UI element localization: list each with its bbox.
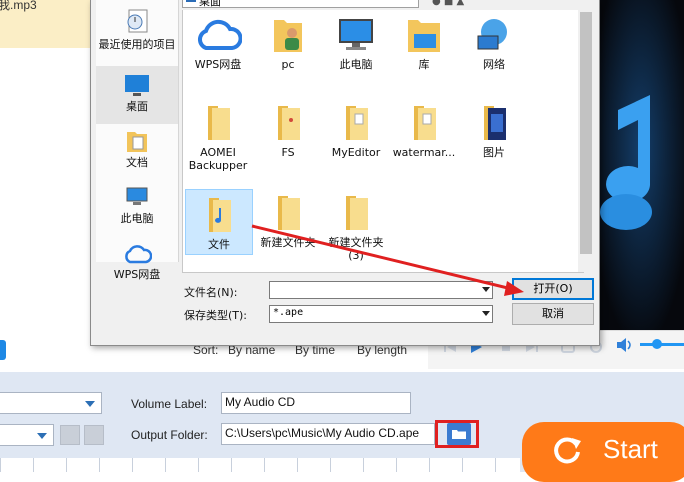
this-pc-icon <box>126 187 148 205</box>
file-item[interactable]: watermar... <box>390 102 458 159</box>
network-icon <box>477 19 507 50</box>
cancel-button[interactable]: 取消 <box>512 303 594 325</box>
place-label: WPS网盘 <box>113 268 161 281</box>
file-item[interactable]: 网络 <box>460 16 528 71</box>
address-bar[interactable]: 桌面 <box>182 0 419 8</box>
chevron-down-icon <box>37 433 47 439</box>
recent-items-icon <box>127 9 148 33</box>
wps-cloud-icon <box>125 245 152 264</box>
file-item-label: 文件 <box>208 238 230 251</box>
chevron-down-icon <box>482 311 490 316</box>
open-button[interactable]: 打开(O) <box>512 278 594 300</box>
file-item[interactable]: FS <box>254 102 322 159</box>
file-item[interactable]: 图片 <box>460 102 528 159</box>
music-note-icon <box>598 0 684 330</box>
file-item-label: 此电脑 <box>339 58 373 71</box>
file-tag-text: 我.mp3 <box>0 0 37 12</box>
library-icon <box>408 20 440 52</box>
pictures-folder-icon <box>484 106 506 140</box>
place-wps-cloud[interactable]: WPS网盘 <box>96 244 178 288</box>
volume-icon[interactable] <box>616 337 634 353</box>
file-item-label: MyEditor <box>331 146 381 159</box>
place-desktop[interactable]: 桌面 <box>96 66 178 124</box>
output-folder-input[interactable]: C:\Users\pc\Music\My Audio CD.ape <box>221 423 435 445</box>
chevron-down-icon <box>85 401 95 407</box>
place-label: 桌面 <box>126 100 148 113</box>
documents-icon <box>127 132 147 152</box>
chevron-down-icon <box>482 287 490 292</box>
filename-label: 文件名(N): <box>184 286 238 299</box>
highlight-box <box>435 420 479 448</box>
file-item[interactable]: AOMEI Backupper <box>184 102 252 172</box>
file-item[interactable]: MyEditor <box>322 102 390 159</box>
folder-icon <box>414 106 436 140</box>
speed-select[interactable] <box>0 424 54 446</box>
file-item[interactable]: 新建文件夹 <box>254 192 322 249</box>
address-text: 桌面 <box>199 0 221 8</box>
file-item-label: 网络 <box>483 58 505 71</box>
filename-input[interactable] <box>269 281 493 299</box>
place-this-pc[interactable]: 此电脑 <box>96 184 178 230</box>
move-up-button[interactable] <box>60 425 80 445</box>
place-label: 文档 <box>126 156 148 169</box>
file-table <box>0 458 520 472</box>
music-folder-icon <box>209 198 231 232</box>
file-item-label: pc <box>281 58 295 71</box>
place-label: 此电脑 <box>120 212 154 225</box>
file-item[interactable]: WPS网盘 <box>184 16 252 71</box>
volume-value: My Audio CD <box>225 395 296 409</box>
album-art <box>598 0 684 330</box>
move-down-button[interactable] <box>84 425 104 445</box>
volume-slider[interactable] <box>640 343 684 346</box>
output-folder-value: C:\Users\pc\Music\My Audio CD.ape <box>225 426 420 440</box>
folder-icon <box>346 106 368 140</box>
file-item-label: 新建文件夹 (3) <box>328 236 384 262</box>
volume-knob[interactable] <box>652 339 662 349</box>
user-folder-icon <box>274 20 302 52</box>
desktop-small-icon <box>186 0 196 2</box>
file-item-label: WPS网盘 <box>194 58 242 71</box>
place-documents[interactable]: 文档 <box>96 128 178 174</box>
places-sidebar: 最近使用的项目 桌面 文档 此电脑 WPS网盘 <box>96 0 179 281</box>
place-recent[interactable]: 最近使用的项目 <box>96 8 178 66</box>
file-item-label: AOMEI Backupper <box>188 146 248 172</box>
format-select[interactable] <box>0 392 102 414</box>
place-label: 最近使用的项目 <box>98 38 176 51</box>
filetype-label: 保存类型(T): <box>184 309 248 322</box>
filetype-value: *.ape <box>273 307 304 318</box>
file-tag: 我.mp3 <box>0 0 96 48</box>
file-item[interactable]: 新建文件夹 (3) <box>322 192 390 262</box>
file-item-selected[interactable]: 文件 <box>185 189 253 255</box>
file-item[interactable]: pc <box>254 16 322 71</box>
folder-icon <box>208 106 230 140</box>
folder-icon <box>278 196 300 230</box>
folder-icon <box>346 196 368 230</box>
file-item[interactable]: 库 <box>390 16 458 71</box>
scrollbar-thumb[interactable] <box>580 12 592 254</box>
file-item-label: 图片 <box>483 146 505 159</box>
computer-icon <box>339 19 373 50</box>
start-label: Start <box>603 434 658 464</box>
file-item-label: FS <box>281 146 295 159</box>
file-item[interactable]: 此电脑 <box>322 16 390 71</box>
view-toolbar[interactable]: ● ■ ▲ <box>432 0 464 7</box>
side-button[interactable] <box>0 340 6 360</box>
file-item-label: watermar... <box>392 146 456 159</box>
desktop-icon <box>125 75 149 96</box>
output-folder-label: Output Folder: <box>131 428 208 442</box>
wps-cloud-icon <box>198 19 242 50</box>
filetype-select[interactable]: *.ape <box>269 305 493 323</box>
volume-label: Volume Label: <box>131 397 208 411</box>
file-item-label: 新建文件夹 <box>260 236 316 249</box>
folder-icon <box>278 106 300 140</box>
refresh-icon <box>554 437 581 464</box>
file-item-label: 库 <box>418 58 430 71</box>
volume-input[interactable]: My Audio CD <box>221 392 411 414</box>
